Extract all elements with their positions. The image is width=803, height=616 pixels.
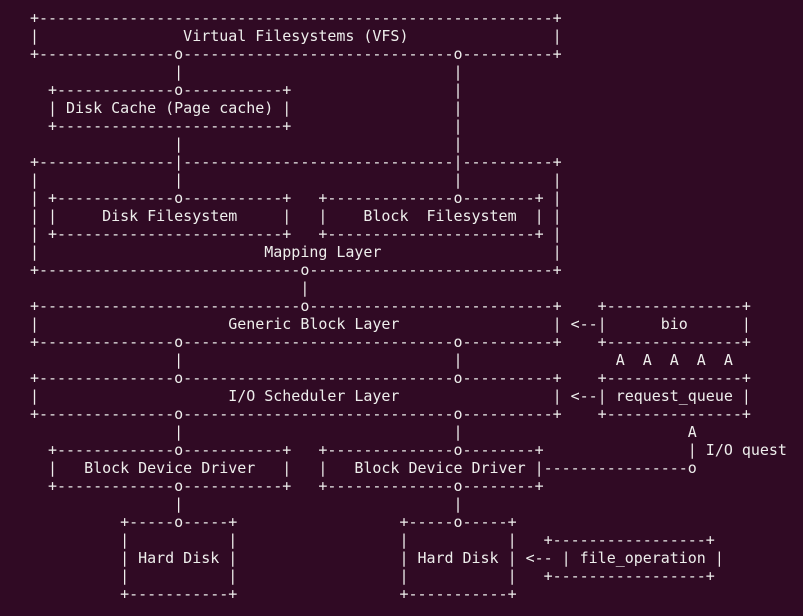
diagram-line: | | A A A A A: [30, 351, 733, 369]
diagram-line: | | Disk Filesystem | | Block Filesystem…: [30, 207, 562, 225]
diagram-line: | | | |: [30, 171, 562, 189]
diagram-line: | I/O Scheduler Layer | <--| request_que…: [30, 387, 751, 405]
diagram-line: | | A: [30, 423, 697, 441]
diagram-line: | +-------------o-----------+ +---------…: [30, 189, 562, 207]
diagram-line: +---------------o-----------------------…: [30, 405, 751, 423]
diagram-line: | |: [30, 135, 463, 153]
diagram-line: +-----------------------------o---------…: [30, 261, 562, 279]
diagram-line: | |: [30, 495, 463, 513]
diagram-line: +-------------o-----------+ |: [30, 81, 463, 99]
diagram-line: +-----o-----+ +-----o-----+: [30, 513, 517, 531]
diagram-line: | +-------------------------+ +---------…: [30, 225, 562, 243]
diagram-line: +---------------------------------------…: [30, 9, 562, 27]
diagram-line: | Virtual Filesystems (VFS) |: [30, 27, 562, 45]
diagram-line: +---------------o-----------------------…: [30, 369, 751, 387]
ascii-diagram: +---------------------------------------…: [30, 9, 787, 603]
diagram-line: | Hard Disk | | Hard Disk | <-- | file_o…: [30, 549, 724, 567]
diagram-line: | | | | +-----------------+: [30, 531, 715, 549]
diagram-line: +---------------o-----------------------…: [30, 333, 751, 351]
diagram-line: | | | | +-----------------+: [30, 567, 715, 585]
diagram-line: | Block Device Driver | | Block Device D…: [30, 459, 697, 477]
diagram-line: | |: [30, 63, 463, 81]
diagram-line: +---------------o-----------------------…: [30, 45, 562, 63]
diagram-line: +-------------o-----------+ +-----------…: [30, 477, 544, 495]
diagram-line: +---------------|-----------------------…: [30, 153, 562, 171]
diagram-line: +-----------------------------o---------…: [30, 297, 751, 315]
diagram-line: | Generic Block Layer | <--| bio |: [30, 315, 751, 333]
terminal-window: +---------------------------------------…: [0, 0, 803, 616]
diagram-line: +-------------o-----------+ +-----------…: [30, 441, 787, 459]
diagram-line: +-----------+ +-----------+: [30, 585, 517, 603]
diagram-line: |: [30, 279, 310, 297]
diagram-line: | Mapping Layer |: [30, 243, 562, 261]
diagram-line: | Disk Cache (Page cache) | |: [30, 99, 463, 117]
diagram-line: +-------------------------+ |: [30, 117, 463, 135]
